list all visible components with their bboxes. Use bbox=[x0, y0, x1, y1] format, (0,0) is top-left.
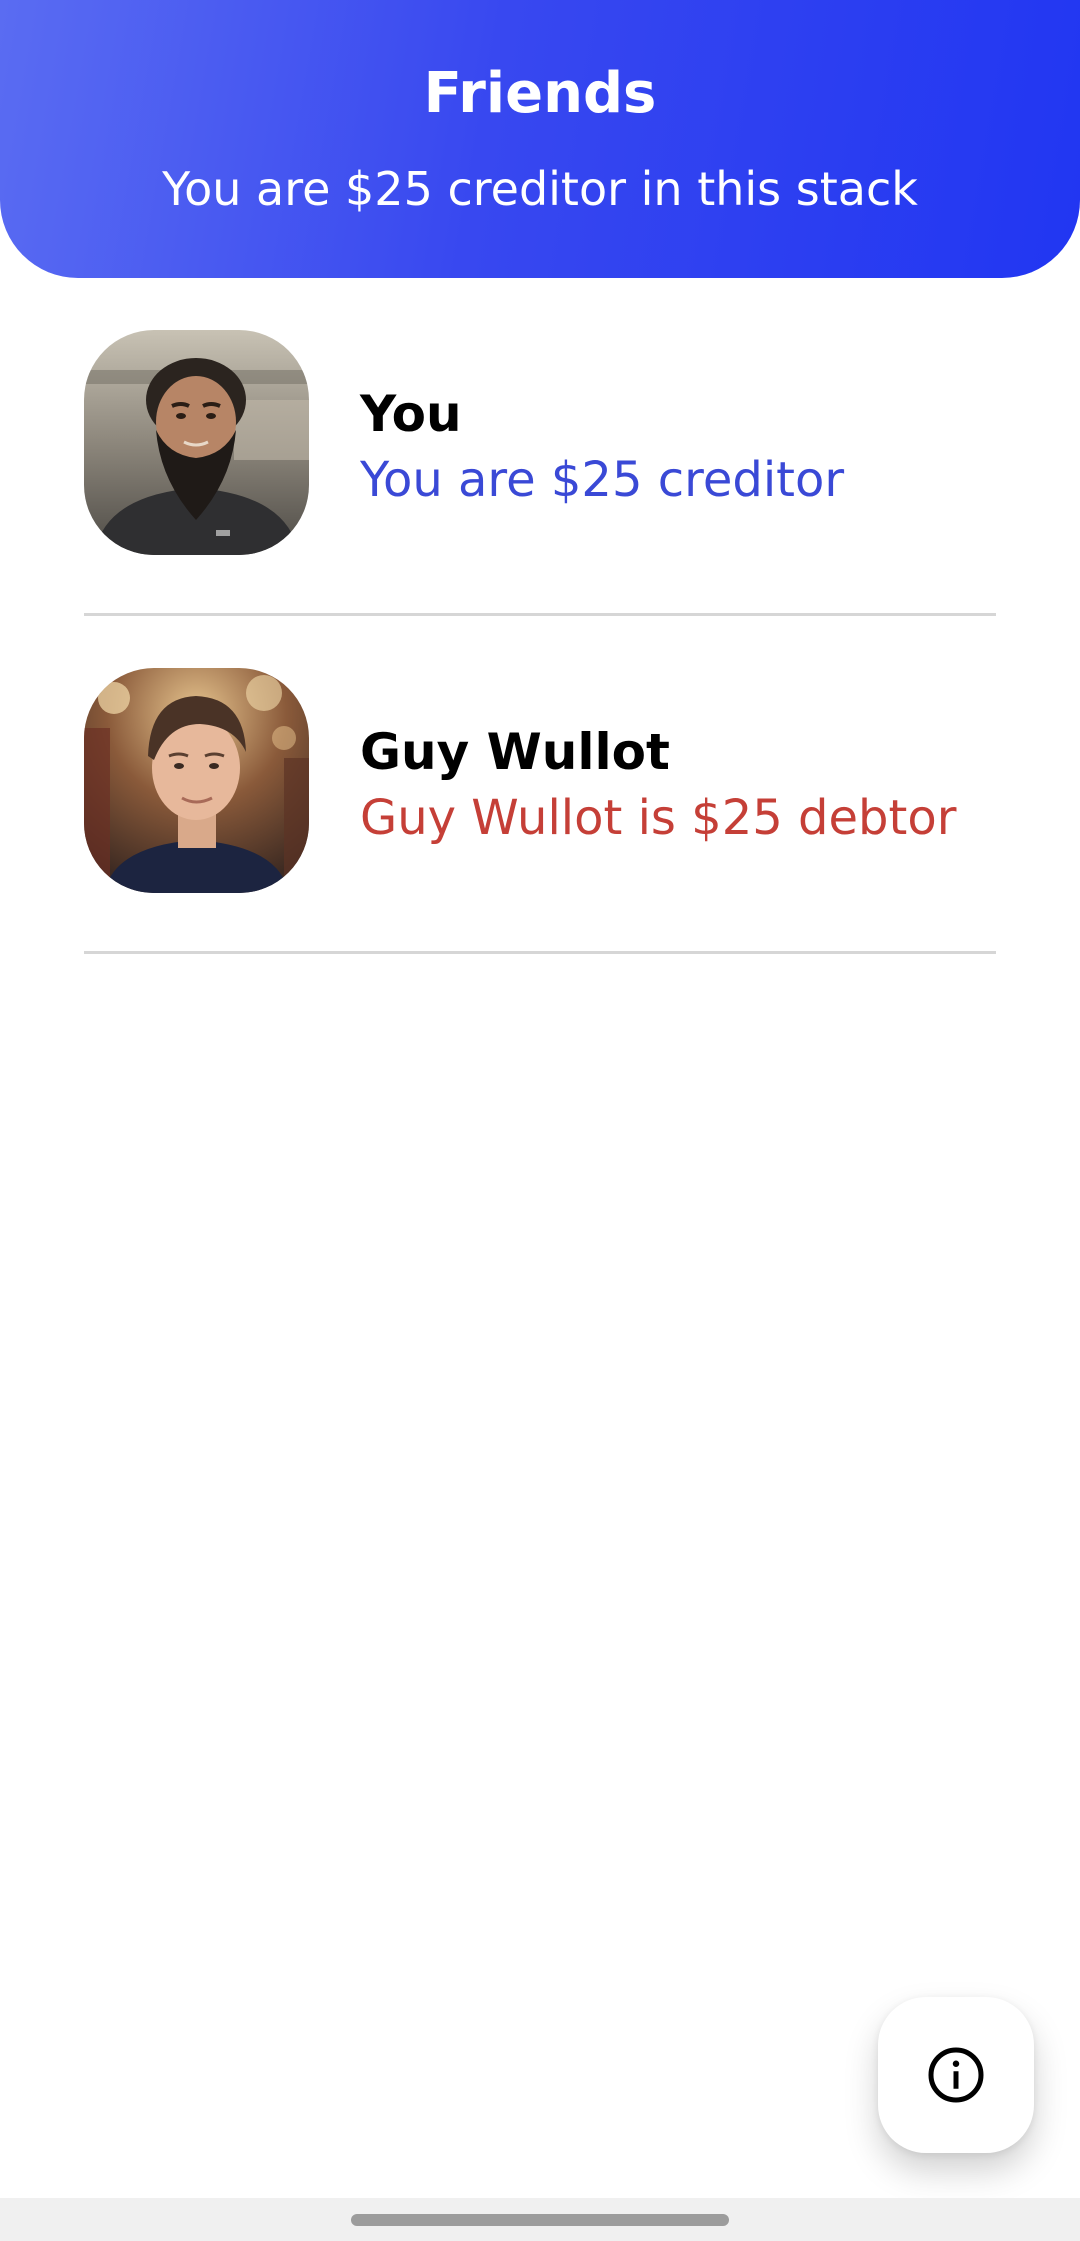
friend-balance-status: You are $25 creditor bbox=[360, 452, 845, 508]
user-avatar-photo bbox=[84, 668, 309, 893]
header-banner: Friends You are $25 creditor in this sta… bbox=[0, 0, 1080, 278]
avatar bbox=[84, 330, 309, 555]
friend-balance-status: Guy Wullot is $25 debtor bbox=[360, 790, 957, 846]
divider bbox=[84, 951, 996, 954]
system-nav-bar bbox=[0, 2198, 1080, 2241]
friend-name: Guy Wullot bbox=[360, 723, 670, 781]
friend-info: You You are $25 creditor bbox=[360, 383, 844, 511]
friend-name: You bbox=[360, 385, 462, 443]
page-subtitle: You are $25 creditor in this stack bbox=[162, 162, 918, 216]
user-avatar-photo bbox=[84, 330, 309, 555]
info-button[interactable] bbox=[878, 1997, 1034, 2153]
avatar bbox=[84, 668, 309, 893]
friends-screen: Friends You are $25 creditor in this sta… bbox=[0, 0, 1080, 2241]
friend-row-you[interactable]: You You are $25 creditor bbox=[84, 278, 996, 616]
page-title: Friends bbox=[423, 61, 657, 126]
friend-info: Guy Wullot Guy Wullot is $25 debtor bbox=[360, 721, 956, 849]
friend-row-guy-wullot[interactable]: Guy Wullot Guy Wullot is $25 debtor bbox=[84, 616, 996, 954]
info-icon bbox=[928, 2047, 984, 2103]
home-indicator[interactable] bbox=[351, 2214, 729, 2226]
